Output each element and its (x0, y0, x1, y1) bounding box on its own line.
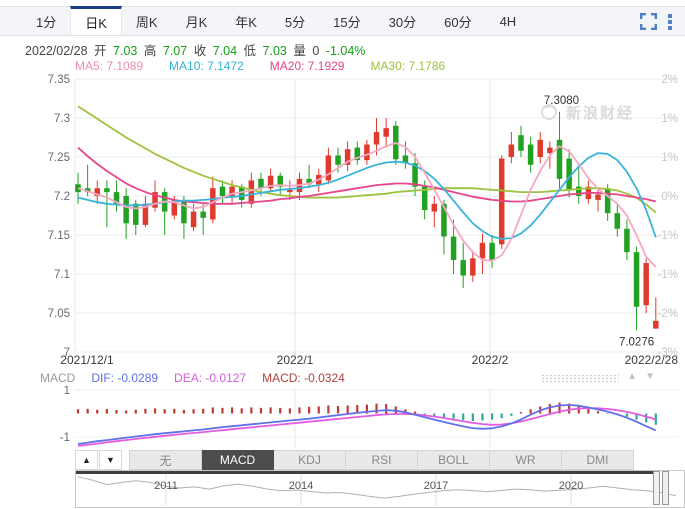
kline-chart-widget: 1分 日K 周K 月K 年K 5分 15分 30分 60分 4H 2022/02/28 开 7.0… (0, 0, 685, 509)
tabbar-icons (640, 7, 685, 35)
period-tab-5分[interactable]: 5分 (271, 7, 319, 35)
svg-text:7.35: 7.35 (48, 74, 70, 86)
svg-text:-2%: -2% (658, 308, 678, 320)
macd-panel-title: MACD (40, 371, 76, 385)
low-value: 7.03 (262, 44, 287, 58)
macd-value-item: DIF: -0.0289 (91, 371, 159, 385)
indicator-tab-DMI[interactable]: DMI (562, 450, 634, 470)
period-tab-60分[interactable]: 60分 (430, 7, 485, 35)
low-annotation: 7.0276 (619, 336, 654, 348)
ma-legend-item: MA10: 7.1472 (169, 59, 244, 73)
low-label: 低 (243, 44, 257, 58)
period-tab-日K[interactable]: 日K (70, 6, 122, 35)
macd-value-item: DEA: -0.0127 (174, 371, 247, 385)
close-value: 7.04 (212, 44, 238, 58)
svg-text:0%: 0% (661, 191, 678, 203)
dea-line (77, 407, 657, 447)
tabbar-spacer (530, 7, 640, 35)
period-tabs: 1分 日K 周K 月K 年K 5分 15分 30分 60分 4H (22, 6, 531, 35)
svg-text:2022/2: 2022/2 (472, 353, 509, 367)
svg-text:7.25: 7.25 (48, 152, 70, 164)
kebab-menu-icon[interactable] (667, 13, 673, 30)
fullscreen-icon[interactable] (640, 12, 657, 30)
ma-legend-item: MA20: 7.1929 (269, 59, 345, 73)
period-tab-月K[interactable]: 月K (172, 7, 222, 35)
period-tab-15分[interactable]: 15分 (319, 7, 374, 35)
indicator-tab-无[interactable]: 无 (130, 450, 202, 470)
open-value: 7.03 (113, 44, 138, 58)
svg-text:2022/1: 2022/1 (277, 353, 314, 367)
quote-info-row: 2022/02/28 开 7.03 高 7.07 收 7.04 低 7.03 量… (25, 40, 368, 59)
period-tab-30分[interactable]: 30分 (375, 7, 430, 35)
macd-histogram (76, 402, 657, 425)
pane-collapse-icon[interactable]: ▼ (645, 371, 655, 382)
svg-text:2022/2/28: 2022/2/28 (625, 353, 679, 367)
high-annotation: 7.3080 (544, 95, 579, 107)
volume-value: 0 (312, 44, 320, 58)
svg-text:2%: 2% (661, 74, 678, 86)
timeline-scrubber[interactable]: 2011 2014 2017 2020 (75, 470, 685, 508)
high-label: 高 (143, 44, 157, 58)
svg-text:1%: 1% (661, 152, 678, 164)
svg-text:7.05: 7.05 (48, 308, 70, 320)
svg-text:-1%: -1% (658, 269, 678, 281)
change-percent: -1.04% (325, 44, 366, 58)
svg-text:-1%: -1% (658, 230, 678, 242)
period-tab-4H[interactable]: 4H (486, 7, 531, 35)
svg-text:7.2: 7.2 (54, 191, 70, 203)
svg-text:1%: 1% (661, 113, 678, 125)
quote-date: 2022/02/28 (25, 44, 88, 58)
period-tab-年K[interactable]: 年K (221, 7, 271, 35)
main-chart[interactable]: 新浪财经 7.35 7.3 7.25 7.2 7.15 7.1 7.05 7 2% 1% 1% 0% -1… (0, 72, 685, 372)
svg-text:-1: -1 (60, 432, 70, 444)
svg-text:7.15: 7.15 (48, 230, 70, 242)
pane-expand-icon[interactable]: ▲ (627, 371, 637, 382)
tabbar-left-pad (0, 7, 22, 35)
range-handle[interactable] (653, 471, 669, 505)
macd-values: DIF: -0.0289 DEA: -0.0127 MACD: -0.0324 (91, 371, 360, 385)
selected-range-bar (76, 471, 653, 474)
macd-info-row: MACD DIF: -0.0289 DEA: -0.0127 MACD: -0.032… (40, 371, 685, 385)
timeline-sparkline (77, 471, 677, 505)
svg-text:1: 1 (64, 386, 70, 397)
indicator-up-button[interactable]: ▲ (75, 450, 98, 470)
ma-legend-item: MA5: 7.1089 (75, 59, 144, 73)
period-tab-周K[interactable]: 周K (122, 7, 172, 35)
indicator-tabbar: ▲ ▼ 无 MACD KDJ RSI BOLL WR DMI (75, 450, 685, 470)
period-tabbar: 1分 日K 周K 月K 年K 5分 15分 30分 60分 4H (0, 6, 685, 36)
open-label: 开 (94, 44, 107, 58)
indicator-tab-MACD[interactable]: MACD (202, 450, 274, 470)
resize-grip[interactable] (541, 374, 619, 383)
svg-text:7.3: 7.3 (54, 113, 70, 125)
indicator-tab-RSI[interactable]: RSI (346, 450, 418, 470)
ma-legend: MA5: 7.1089 MA10: 7.1472 MA20: 7.1929 MA30:… (75, 59, 471, 73)
svg-text:7.1: 7.1 (54, 269, 70, 281)
ma-legend-item: MA30: 7.1786 (370, 59, 446, 73)
indicator-tab-WR[interactable]: WR (490, 450, 562, 470)
indicator-down-button[interactable]: ▼ (99, 450, 122, 470)
volume-label: 量 (293, 44, 306, 58)
macd-chart[interactable]: 1 -1 (0, 386, 685, 452)
indicator-tab-KDJ[interactable]: KDJ (274, 450, 346, 470)
close-label: 收 (193, 44, 207, 58)
high-value: 7.07 (162, 44, 188, 58)
indicator-tab-BOLL[interactable]: BOLL (418, 450, 490, 470)
period-tab-1分[interactable]: 1分 (22, 7, 70, 35)
macd-value-item: MACD: -0.0324 (262, 371, 345, 385)
svg-text:2021/12/1: 2021/12/1 (60, 353, 114, 367)
indicator-tabs: 无 MACD KDJ RSI BOLL WR DMI (129, 450, 634, 470)
candles-layer (75, 111, 659, 331)
